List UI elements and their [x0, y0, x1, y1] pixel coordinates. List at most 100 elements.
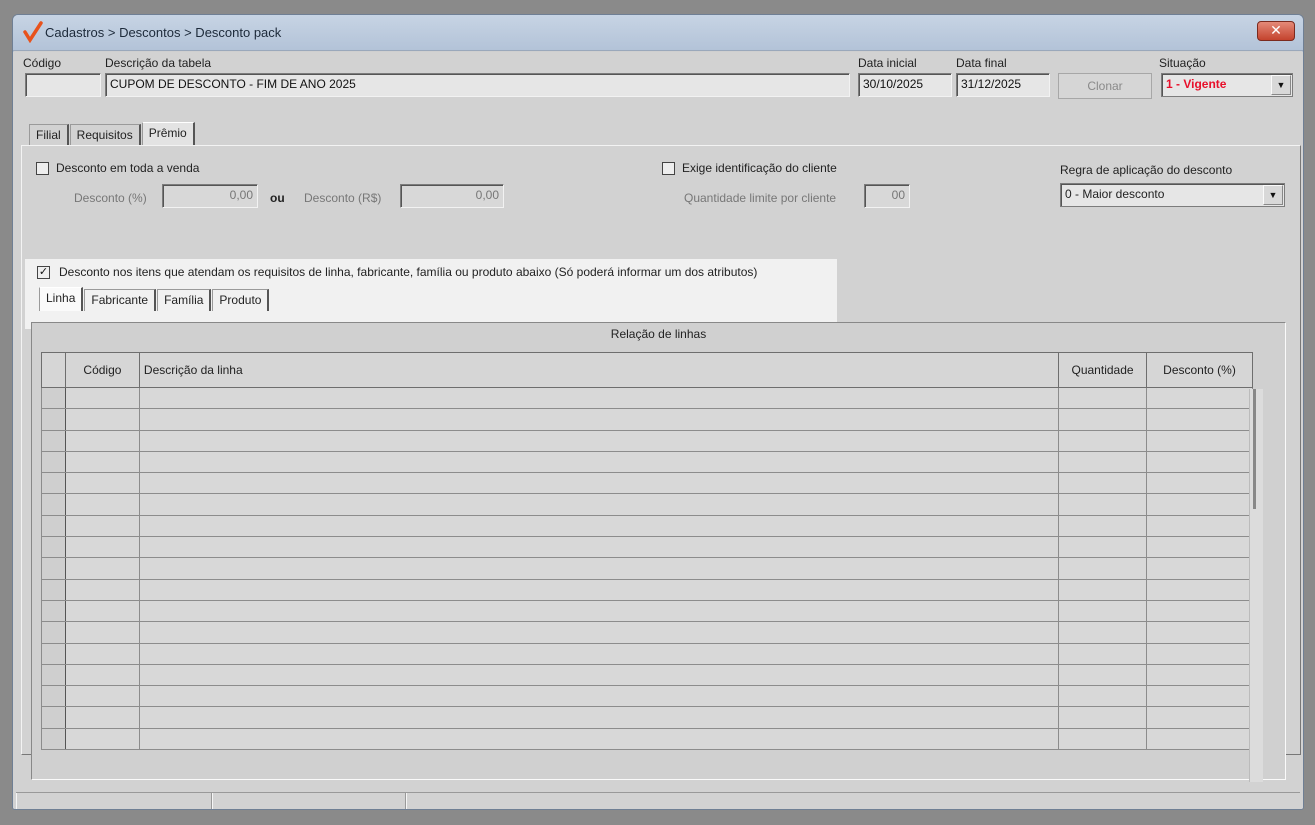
table-row[interactable] [41, 599, 1253, 623]
table-row[interactable] [41, 386, 1253, 410]
table-cell[interactable] [64, 408, 140, 431]
table-cell[interactable] [138, 599, 1060, 623]
col-descricao[interactable]: Descrição da linha [138, 352, 1060, 388]
row-indicator[interactable] [41, 685, 66, 708]
table-cell[interactable] [64, 621, 140, 644]
table-cell[interactable] [64, 599, 140, 623]
table-cell[interactable] [1146, 514, 1253, 538]
table-cell[interactable] [138, 514, 1060, 538]
table-cell[interactable] [1058, 663, 1148, 687]
table-cell[interactable] [1146, 557, 1253, 580]
row-indicator[interactable] [41, 642, 66, 665]
table-cell[interactable] [138, 472, 1060, 495]
table-cell[interactable] [1058, 621, 1148, 644]
table-row[interactable] [41, 429, 1253, 452]
data-inicial-field[interactable]: 30/10/2025 [858, 73, 952, 97]
codigo-field[interactable] [25, 73, 101, 97]
table-cell[interactable] [138, 578, 1060, 601]
row-indicator[interactable] [41, 450, 66, 474]
table-cell[interactable] [138, 536, 1060, 559]
table-cell[interactable] [138, 621, 1060, 644]
table-cell[interactable] [64, 514, 140, 538]
tab-familia[interactable]: Família [157, 289, 212, 311]
table-cell[interactable] [1146, 408, 1253, 431]
scrollbar-thumb[interactable] [1253, 389, 1256, 509]
chevron-down-icon[interactable]: ▼ [1271, 75, 1291, 95]
table-cell[interactable] [1058, 450, 1148, 474]
table-row[interactable] [41, 663, 1253, 687]
table-cell[interactable] [1146, 578, 1253, 601]
descricao-field[interactable]: CUPOM DE DESCONTO - FIM DE ANO 2025 [105, 73, 850, 97]
table-cell[interactable] [64, 642, 140, 665]
row-indicator[interactable] [41, 621, 66, 644]
qtd-limite-field[interactable]: 00 [864, 184, 910, 208]
table-cell[interactable] [1146, 493, 1253, 516]
row-indicator[interactable] [41, 599, 66, 623]
table-cell[interactable] [1146, 386, 1253, 410]
regra-select[interactable]: 0 - Maior desconto ▼ [1060, 183, 1285, 207]
table-cell[interactable] [1058, 642, 1148, 665]
table-row[interactable] [41, 408, 1253, 431]
table-cell[interactable] [64, 557, 140, 580]
table-cell[interactable] [138, 408, 1060, 431]
table-cell[interactable] [138, 706, 1060, 729]
table-cell[interactable] [1058, 472, 1148, 495]
table-cell[interactable] [138, 557, 1060, 580]
table-row[interactable] [41, 621, 1253, 644]
table-row[interactable] [41, 493, 1253, 516]
table-cell[interactable] [64, 450, 140, 474]
row-indicator[interactable] [41, 727, 66, 751]
desconto-toda-venda-checkbox[interactable] [36, 162, 49, 175]
table-cell[interactable] [1058, 514, 1148, 538]
table-cell[interactable] [64, 663, 140, 687]
table-row[interactable] [41, 706, 1253, 729]
table-cell[interactable] [1058, 727, 1148, 751]
table-cell[interactable] [64, 578, 140, 601]
table-cell[interactable] [64, 536, 140, 559]
exige-id-checkbox[interactable] [662, 162, 675, 175]
table-cell[interactable] [138, 685, 1060, 708]
table-cell[interactable] [64, 706, 140, 729]
table-cell[interactable] [64, 685, 140, 708]
table-cell[interactable] [138, 450, 1060, 474]
desconto-rs-field[interactable]: 0,00 [400, 184, 504, 208]
row-indicator[interactable] [41, 663, 66, 687]
tab-linha[interactable]: Linha [39, 287, 84, 311]
table-cell[interactable] [1058, 408, 1148, 431]
table-row[interactable] [41, 514, 1253, 538]
table-row[interactable] [41, 557, 1253, 580]
situacao-select[interactable]: 1 - Vigente ▼ [1161, 73, 1293, 97]
row-indicator[interactable] [41, 386, 66, 410]
data-final-field[interactable]: 31/12/2025 [956, 73, 1050, 97]
chevron-down-icon[interactable]: ▼ [1263, 185, 1283, 205]
tab-requisitos[interactable]: Requisitos [69, 124, 141, 146]
table-cell[interactable] [1058, 493, 1148, 516]
row-indicator[interactable] [41, 514, 66, 538]
desconto-itens-checkbox[interactable]: ✓ [37, 266, 50, 279]
table-cell[interactable] [138, 663, 1060, 687]
table-cell[interactable] [64, 386, 140, 410]
row-indicator[interactable] [41, 472, 66, 495]
table-cell[interactable] [1146, 450, 1253, 474]
table-cell[interactable] [1058, 557, 1148, 580]
table-cell[interactable] [1146, 685, 1253, 708]
table-cell[interactable] [64, 493, 140, 516]
vertical-scrollbar[interactable] [1249, 389, 1263, 782]
table-cell[interactable] [138, 493, 1060, 516]
tab-fabricante[interactable]: Fabricante [84, 289, 157, 311]
table-cell[interactable] [1146, 472, 1253, 495]
table-cell[interactable] [1146, 429, 1253, 452]
close-button[interactable]: ✕ [1257, 21, 1295, 41]
row-indicator[interactable] [41, 493, 66, 516]
table-cell[interactable] [1146, 663, 1253, 687]
table-row[interactable] [41, 685, 1253, 708]
row-indicator[interactable] [41, 536, 66, 559]
table-row[interactable] [41, 642, 1253, 665]
col-codigo[interactable]: Código [64, 352, 140, 388]
table-cell[interactable] [1146, 536, 1253, 559]
desconto-pct-field[interactable]: 0,00 [162, 184, 258, 208]
table-cell[interactable] [138, 386, 1060, 410]
table-cell[interactable] [1058, 706, 1148, 729]
table-row[interactable] [41, 472, 1253, 495]
table-cell[interactable] [1058, 386, 1148, 410]
